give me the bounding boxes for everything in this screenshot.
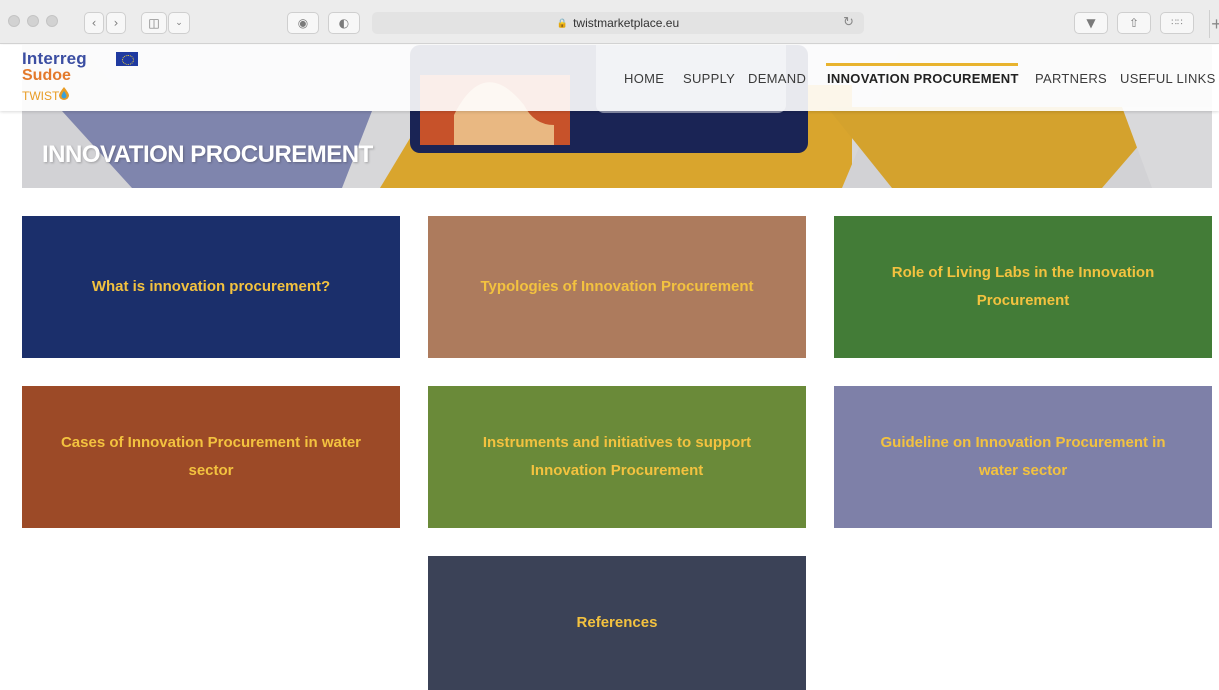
address-bar-url: twistmarketplace.eu — [573, 16, 680, 30]
nav-partners[interactable]: PARTNERS — [1035, 71, 1107, 86]
privacy-icon: ◉ — [297, 16, 309, 30]
forward-icon: › — [113, 16, 119, 30]
nav-active-indicator — [826, 63, 1018, 66]
nav-home[interactable]: HOME — [624, 71, 664, 86]
tile-label: Role of Living Labs in the Innovation Pr… — [891, 264, 1155, 309]
tile-typologies[interactable]: Typologies of Innovation Procurement — [428, 216, 806, 358]
water-drop-icon — [59, 87, 69, 100]
lock-icon: 🔒 — [556, 17, 569, 28]
nav-supply[interactable]: SUPPLY — [683, 71, 735, 86]
tile-label: References — [576, 614, 658, 631]
nav-innovation-procurement[interactable]: INNOVATION PROCUREMENT — [827, 71, 1019, 86]
site-header: Interreg Sudoe TWIST HOME SUPPLY DEMAND … — [0, 45, 1219, 113]
new-tab-button[interactable]: + — [1209, 10, 1219, 38]
nav-useful-links[interactable]: USEFUL LINKS — [1120, 71, 1216, 86]
privacy-report-button[interactable]: ◉ — [287, 12, 319, 34]
plus-icon: + — [1211, 13, 1219, 34]
back-button[interactable]: ‹ — [84, 12, 104, 34]
tile-label: Instruments and initiatives to support I… — [482, 434, 752, 479]
content-blocker-button[interactable]: ◐ — [328, 12, 360, 34]
show-all-tabs-button[interactable]: ∷∷ — [1160, 12, 1194, 34]
tile-label: Cases of Innovation Procurement in water… — [60, 434, 362, 479]
share-button[interactable]: ⇧ — [1117, 12, 1151, 34]
browser-toolbar: ‹ › ◫ ⌄ ◉ ◐ 🔒 twistmarketplace.eu ↻ ▼ ⇧ … — [0, 0, 1219, 44]
share-icon: ⇧ — [1128, 16, 1140, 30]
banner-title: INNOVATION PROCUREMENT — [42, 141, 373, 168]
reload-icon[interactable]: ↻ — [843, 15, 854, 30]
tile-label: Guideline on Innovation Procurement in w… — [880, 434, 1166, 479]
tile-cases-water-sector[interactable]: Cases of Innovation Procurement in water… — [22, 386, 400, 528]
tile-label: Typologies of Innovation Procurement — [480, 278, 754, 295]
nav-demand[interactable]: DEMAND — [748, 71, 806, 86]
tab-overview-menu-button[interactable]: ⌄ — [168, 12, 190, 34]
tile-references[interactable]: References — [428, 556, 806, 690]
downloads-button[interactable]: ▼ — [1074, 12, 1108, 34]
eu-flag-icon — [116, 52, 138, 66]
logo-interreg-text: Interreg — [22, 49, 87, 68]
close-window-button[interactable] — [8, 15, 20, 27]
forward-button[interactable]: › — [106, 12, 126, 34]
tile-label: What is innovation procurement? — [91, 278, 331, 295]
shield-icon: ◐ — [338, 16, 350, 30]
tile-instruments-initiatives[interactable]: Instruments and initiatives to support I… — [428, 386, 806, 528]
tile-guideline[interactable]: Guideline on Innovation Procurement in w… — [834, 386, 1212, 528]
back-icon: ‹ — [91, 16, 97, 30]
logo-sudoe-text: Sudoe — [22, 67, 71, 84]
chevron-down-icon: ⌄ — [175, 18, 183, 28]
tabs-icon: ∷∷ — [1171, 18, 1183, 28]
sidebar-button[interactable]: ◫ — [141, 12, 167, 34]
logo-twist-text: TWIST — [22, 89, 60, 103]
tile-living-labs[interactable]: Role of Living Labs in the Innovation Pr… — [834, 216, 1212, 358]
tile-what-is-innovation-procurement[interactable]: What is innovation procurement? — [22, 216, 400, 358]
twist-logo[interactable]: Interreg Sudoe TWIST — [22, 49, 142, 109]
minimize-window-button[interactable] — [27, 15, 39, 27]
sidebar-icon: ◫ — [148, 16, 160, 30]
download-icon: ▼ — [1086, 16, 1096, 30]
zoom-window-button[interactable] — [46, 15, 58, 27]
address-bar[interactable]: 🔒 twistmarketplace.eu ↻ — [372, 12, 864, 34]
